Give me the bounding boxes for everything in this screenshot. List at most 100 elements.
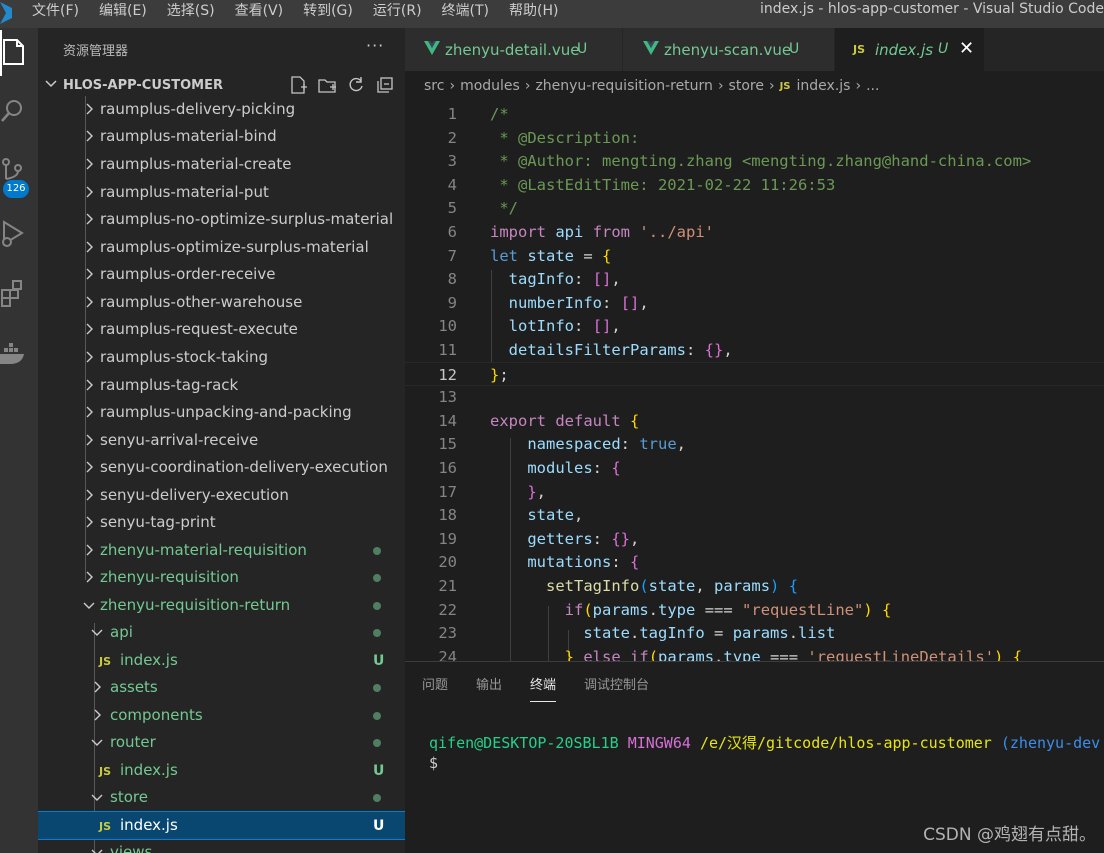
code-line[interactable]: 14 export default { [405,409,1104,433]
code-editor[interactable]: 1/* 2 * @Description: 3 * @Author: mengtin… [405,102,1104,661]
breadcrumb-item[interactable]: store [729,78,764,94]
folder-item[interactable]: components [38,702,405,729]
code-line[interactable]: 24 } else if(params.type === 'requestLin… [405,645,1104,661]
code-line[interactable]: 6 import api from '../api' [405,220,1104,244]
code-text: } else if(params.type === 'requestLineDe… [564,647,1023,661]
breadcrumb-item[interactable]: src [424,78,444,94]
code-line[interactable]: 21 setTagInfo(state, params) { [405,574,1104,598]
breadcrumb-item[interactable]: zhenyu-requisition-return [535,78,713,94]
explorer-header: 资源管理器 ··· [38,28,405,70]
panel-tab-debug-console[interactable]: 调试控制台 [584,674,649,702]
folder-item[interactable]: senyu-arrival-receive [38,427,405,454]
folder-item[interactable]: zhenyu-requisition [38,564,405,591]
file-item[interactable]: JS index.js U [38,757,405,784]
terminal-path: /e/汉得/gitcode/hlos-app-customer [699,734,992,752]
code-line[interactable]: 18 state, [405,503,1104,527]
folder-item[interactable]: raumplus-material-create [38,151,405,178]
menu-help[interactable]: 帮助(H) [499,0,568,22]
new-folder-icon[interactable] [317,75,337,95]
search-icon[interactable] [0,90,38,136]
code-line[interactable]: 4 * @LastEditTime: 2021-02-22 11:26:53 [405,173,1104,197]
extensions-icon[interactable] [0,272,38,318]
code-text: namespaced: true, [527,435,687,454]
folder-item[interactable]: raumplus-stock-taking [38,344,405,371]
folder-item[interactable]: zhenyu-material-requisition [38,537,405,564]
code-line[interactable]: 11 detailsFilterParams: {}, [405,338,1104,362]
folder-item[interactable]: raumplus-tag-rack [38,372,405,399]
js-file-icon: JS [853,43,866,56]
folder-item[interactable]: api [38,619,405,646]
code-line[interactable]: 23 state.tagInfo = params.list [405,621,1104,645]
folder-item[interactable]: raumplus-other-warehouse [38,289,405,316]
code-line[interactable]: 12}; [405,361,1104,386]
chevron-right-icon [86,158,93,170]
code-line[interactable]: 10 lotInfo: [], [405,314,1104,338]
code-line[interactable]: 2 * @Description: [405,126,1104,150]
tab-label: zhenyu-scan.vue [664,41,792,59]
folder-item[interactable]: zhenyu-requisition-return [38,592,405,619]
panel-tab-terminal[interactable]: 终端 [530,674,557,702]
code-line[interactable]: 20 mutations: { [405,550,1104,574]
menu-run[interactable]: 运行(R) [363,0,432,22]
tree-item-label: senyu-delivery-execution [100,486,289,504]
docker-icon[interactable] [0,332,38,378]
code-line[interactable]: 5 */ [405,196,1104,220]
modified-dot-icon [373,574,381,582]
code-line[interactable]: 22 if(params.type === "requestLine") { [405,598,1104,622]
breadcrumb-item[interactable]: index.js [797,78,851,94]
breadcrumb-item[interactable]: modules [460,78,520,94]
folder-item[interactable]: raumplus-order-receive [38,261,405,288]
folder-item[interactable]: assets [38,674,405,701]
code-line[interactable]: 9 numberInfo: [], [405,291,1104,315]
file-item[interactable]: JS index.js U [38,811,405,840]
code-line[interactable]: 7 let state = { [405,244,1104,268]
tree-item-label: raumplus-material-put [100,183,269,201]
tab-zhenyu-detail[interactable]: zhenyu-detail.vue U [405,28,623,71]
explorer-icon[interactable] [0,30,38,76]
more-actions-icon[interactable]: ··· [366,36,384,55]
folder-item[interactable]: senyu-coordination-delivery-execution [38,454,405,481]
code-line[interactable]: 16 modules: { [405,456,1104,480]
folder-item[interactable]: raumplus-material-bind [38,123,405,150]
menu-view[interactable]: 查看(V) [225,0,294,22]
folder-item[interactable]: router [38,729,405,756]
refresh-icon[interactable] [346,75,366,95]
folder-item[interactable]: raumplus-optimize-surplus-material [38,234,405,261]
folder-item[interactable]: views [38,839,405,853]
code-line[interactable]: 19 getters: {}, [405,527,1104,551]
panel-tabs: 问题 输出 终端 调试控制台 [422,674,649,702]
code-line[interactable]: 1 /* [405,102,1104,126]
code-line[interactable]: 13 [405,385,1104,409]
code-line[interactable]: 3 * @Author: mengting.zhang <mengting.zh… [405,149,1104,173]
folder-item[interactable]: store [38,784,405,811]
panel-tab-output[interactable]: 输出 [476,674,502,702]
code-text: setTagInfo(state, params) { [546,577,799,595]
breadcrumb-item[interactable]: ... [866,78,879,94]
code-text: import api from '../api' [490,223,715,241]
code-line[interactable]: 15 namespaced: true, [405,432,1104,456]
folder-item[interactable]: senyu-delivery-execution [38,482,405,509]
code-line[interactable]: 8 tagInfo: [], [405,267,1104,291]
menu-selection[interactable]: 选择(S) [157,0,225,22]
run-debug-icon[interactable] [0,210,38,256]
file-item[interactable]: JS index.js U [38,647,405,674]
close-icon[interactable]: ✕ [959,38,974,59]
folder-item[interactable]: senyu-tag-print [38,509,405,536]
terminal-prompt-line[interactable]: qifen@DESKTOP-20SBL1B MINGW64 /e/汉得/gitc… [429,732,1100,753]
folder-item[interactable]: raumplus-request-execute [38,316,405,343]
folder-item[interactable]: raumplus-unpacking-and-packing [38,399,405,426]
terminal-input-line[interactable]: $ [429,754,438,772]
folder-item[interactable]: raumplus-no-optimize-surplus-material [38,206,405,233]
tab-index-js[interactable]: JS index.js U ✕ [835,28,985,71]
menu-terminal[interactable]: 终端(T) [432,0,499,22]
panel-tab-problems[interactable]: 问题 [422,674,448,702]
new-file-icon[interactable] [288,75,308,95]
menu-go[interactable]: 转到(G) [293,0,363,22]
folder-item[interactable]: raumplus-material-put [38,179,405,206]
code-line[interactable]: 17 }, [405,480,1104,504]
menu-edit[interactable]: 编辑(E) [89,0,157,22]
folder-item[interactable]: raumplus-delivery-picking [38,96,405,123]
tab-zhenyu-scan[interactable]: zhenyu-scan.vue U [623,28,835,71]
collapse-all-icon[interactable] [375,75,395,95]
menu-file[interactable]: 文件(F) [22,0,89,22]
